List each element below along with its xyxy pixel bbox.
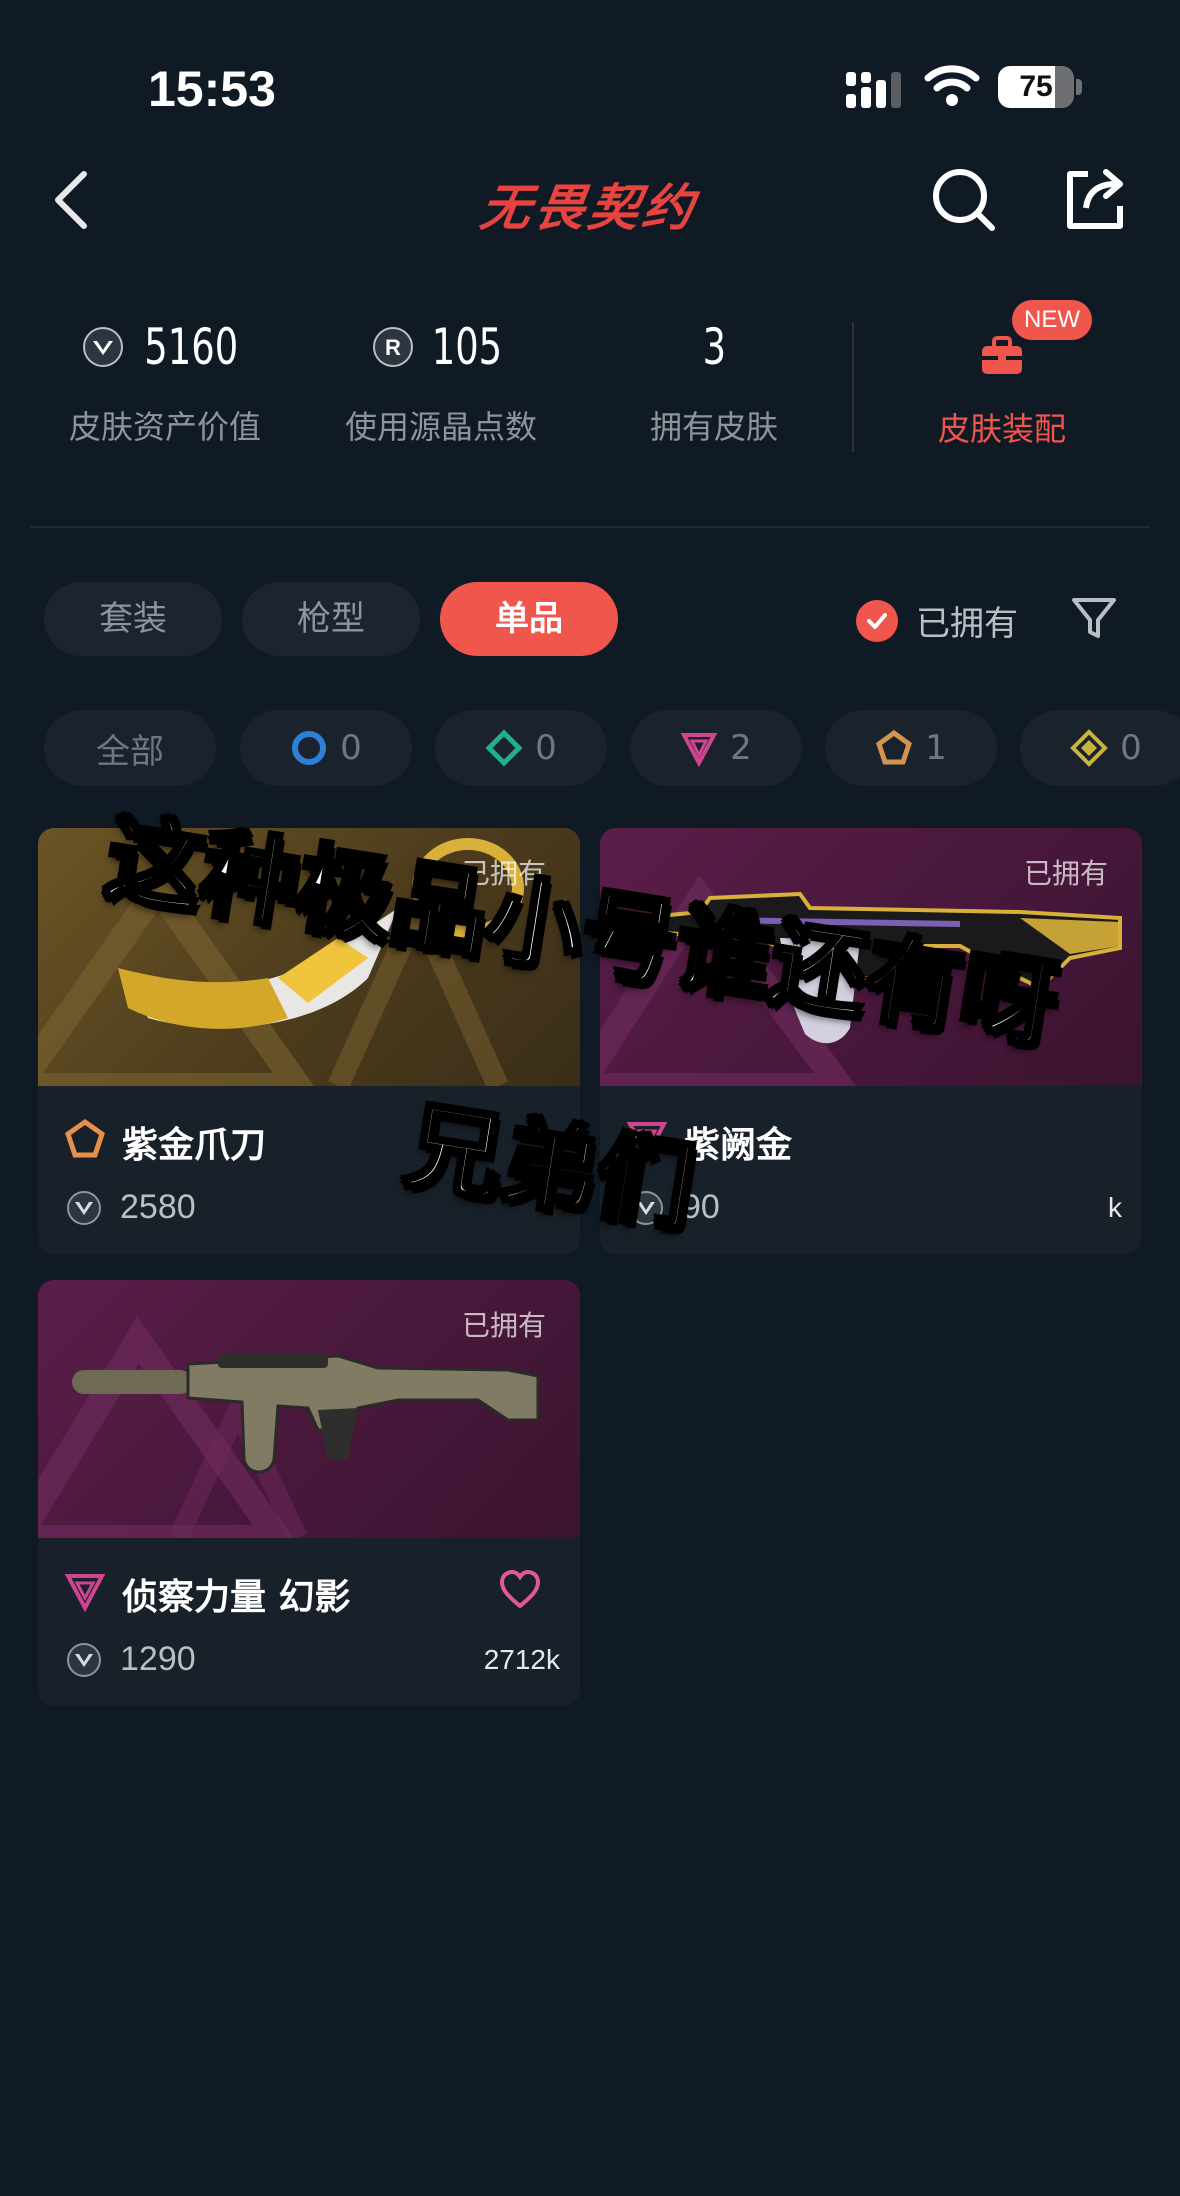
triangle-tier-icon <box>64 1574 106 1612</box>
pentagon-tier-icon <box>65 1118 105 1158</box>
tab-single-item[interactable]: 单品 <box>440 582 618 656</box>
briefcase-icon <box>982 336 1022 374</box>
stat-radianite: R 105 使用源晶点数 <box>344 318 537 446</box>
app-screen: 15:53 75 无畏契约 5160 皮肤资产价值 R 105 使用源晶点数 3… <box>0 0 1180 2196</box>
triangle-tier-icon <box>626 1122 668 1160</box>
category-tabs: 套装 枪型 单品 已拥有 <box>0 582 1180 662</box>
chip-premium-tier[interactable]: 2 <box>630 710 802 786</box>
skin-image: 已拥有 <box>38 1280 580 1538</box>
wifi-icon <box>924 65 980 106</box>
stats-divider <box>852 322 854 452</box>
tab-bundle[interactable]: 套装 <box>44 582 222 656</box>
rhombus-tier-icon <box>1070 729 1109 767</box>
skin-image: 已拥有 <box>38 828 580 1086</box>
skin-card[interactable]: 已拥有 侦察力量 幻影 1290 2712k <box>38 1280 580 1706</box>
skin-price: 2580 <box>120 1188 196 1226</box>
skin-image: 已拥有 <box>600 828 1142 1086</box>
radianite-icon: R <box>373 327 414 367</box>
back-arrow-icon[interactable] <box>40 162 110 238</box>
skin-outfit-button[interactable]: NEW 皮肤装配 <box>912 300 1092 460</box>
heart-icon[interactable] <box>498 1568 542 1612</box>
stat-owned-skins: 3 拥有皮肤 <box>649 318 778 446</box>
svg-text:R: R <box>385 335 401 360</box>
chip-deluxe-tier[interactable]: 0 <box>435 710 607 786</box>
search-icon[interactable] <box>928 164 1000 236</box>
rarity-filter-chips: 全部 0 0 2 1 0 <box>0 710 1180 786</box>
skin-price: 1290 <box>120 1640 196 1678</box>
valorant-points-icon <box>67 1643 101 1677</box>
owned-filter-toggle[interactable]: 已拥有 <box>856 596 1018 645</box>
app-logo-title: 无畏契约 <box>476 179 701 237</box>
circle-tier-icon <box>292 731 327 765</box>
valorant-points-icon <box>67 1191 101 1225</box>
filter-funnel-icon[interactable] <box>1068 592 1120 644</box>
skin-price: 90 <box>682 1188 720 1226</box>
nav-bar: 无畏契约 <box>0 150 1180 250</box>
valorant-points-icon <box>629 1191 663 1225</box>
pentagon-tier-icon <box>876 729 913 765</box>
skin-name: 紫阙金 <box>684 1125 793 1166</box>
skin-card[interactable]: 已拥有 紫金爪刀 2580 <box>38 828 580 1254</box>
section-divider <box>30 526 1150 528</box>
account-stats: 5160 皮肤资产价值 R 105 使用源晶点数 3 拥有皮肤 NEW 皮肤装配 <box>0 300 1180 470</box>
tab-weapon-type[interactable]: 枪型 <box>242 582 420 656</box>
stat-asset-value: 5160 皮肤资产价值 <box>68 318 261 446</box>
checkmark-icon <box>856 599 898 642</box>
battery-percent: 75 <box>1019 70 1053 103</box>
valorant-points-icon <box>82 327 123 367</box>
diamond-tier-icon <box>485 729 523 767</box>
chip-ultra-tier[interactable]: 0 <box>1020 710 1180 786</box>
battery-icon: 75 <box>998 66 1082 108</box>
chip-exclusive-tier[interactable]: 1 <box>825 710 997 786</box>
triangle-tier-icon <box>680 733 718 767</box>
like-count: k <box>1108 1192 1122 1223</box>
status-bar: 15:53 75 <box>0 0 1180 150</box>
like-count: 2712k <box>483 1644 560 1675</box>
share-icon[interactable] <box>1058 164 1130 236</box>
skin-name: 紫金爪刀 <box>122 1125 267 1166</box>
cellular-signal-icon <box>846 72 901 108</box>
status-time: 15:53 <box>148 61 276 117</box>
skin-card[interactable]: 已拥有 紫阙金 90 k <box>600 828 1142 1254</box>
chip-all[interactable]: 全部 <box>44 710 216 786</box>
chip-select-tier[interactable]: 0 <box>240 710 412 786</box>
skin-name: 侦察力量 幻影 <box>122 1577 351 1618</box>
